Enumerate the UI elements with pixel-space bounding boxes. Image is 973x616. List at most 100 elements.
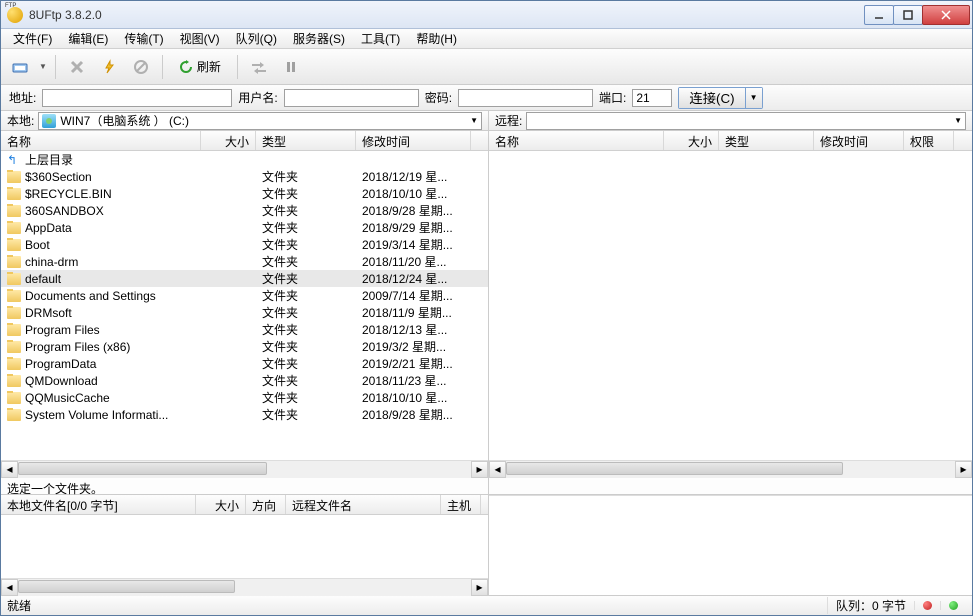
- refresh-icon: [179, 60, 193, 74]
- scroll-left-icon[interactable]: ◂: [489, 461, 506, 478]
- maximize-button[interactable]: [893, 5, 923, 25]
- chevron-down-icon: ▼: [470, 116, 478, 125]
- menu-item[interactable]: 工具(T): [353, 28, 408, 49]
- remote-status: [489, 477, 972, 495]
- port-input[interactable]: [632, 89, 672, 107]
- file-row[interactable]: Program Files (x86)文件夹2019/3/2 星期...: [1, 338, 488, 355]
- menu-item[interactable]: 服务器(S): [285, 28, 353, 49]
- file-row[interactable]: default文件夹2018/12/24 星...: [1, 270, 488, 287]
- close-button[interactable]: [922, 5, 970, 25]
- lightning-icon[interactable]: [96, 54, 122, 80]
- cancel-icon[interactable]: [64, 54, 90, 80]
- scroll-right-icon[interactable]: ▸: [955, 461, 972, 478]
- password-label: 密码:: [425, 89, 452, 106]
- scroll-left-icon[interactable]: ◂: [1, 461, 18, 478]
- file-row[interactable]: china-drm文件夹2018/11/20 星...: [1, 253, 488, 270]
- folder-icon: [7, 273, 21, 285]
- col-size[interactable]: 大小: [664, 131, 719, 150]
- remote-file-list[interactable]: [489, 151, 972, 460]
- port-label: 端口:: [599, 89, 626, 106]
- local-header[interactable]: 名称 大小 类型 修改时间: [1, 131, 488, 151]
- toolbar: ▼ 刷新: [1, 49, 972, 85]
- remote-path-label: 远程:: [495, 112, 522, 129]
- username-input[interactable]: [284, 89, 419, 107]
- col-type[interactable]: 类型: [256, 131, 356, 150]
- menu-item[interactable]: 帮助(H): [408, 28, 465, 49]
- local-queue-pane: 本地文件名[0/0 字节] 大小 方向 远程文件名 主机 ◂ ▸: [1, 495, 489, 595]
- folder-icon: [7, 256, 21, 268]
- file-row[interactable]: Program Files文件夹2018/12/13 星...: [1, 321, 488, 338]
- menu-item[interactable]: 视图(V): [172, 28, 228, 49]
- file-row[interactable]: Documents and Settings文件夹2009/7/14 星期...: [1, 287, 488, 304]
- address-input[interactable]: [42, 89, 232, 107]
- folder-icon: [7, 358, 21, 370]
- file-row[interactable]: 360SANDBOX文件夹2018/9/28 星期...: [1, 202, 488, 219]
- queue-header[interactable]: 本地文件名[0/0 字节] 大小 方向 远程文件名 主机: [1, 495, 488, 515]
- scroll-right-icon[interactable]: ▸: [471, 461, 488, 478]
- folder-icon: [7, 188, 21, 200]
- col-size[interactable]: 大小: [201, 131, 256, 150]
- col-perm[interactable]: 权限: [904, 131, 954, 150]
- col-date[interactable]: 修改时间: [356, 131, 471, 150]
- menu-item[interactable]: 传输(T): [116, 28, 171, 49]
- connect-dropdown[interactable]: ▼: [746, 88, 762, 108]
- local-hscroll[interactable]: ◂ ▸: [1, 460, 488, 477]
- queue-hscroll[interactable]: ◂ ▸: [1, 578, 488, 595]
- transfer-icon[interactable]: [246, 54, 272, 80]
- file-row[interactable]: ProgramData文件夹2019/2/21 星期...: [1, 355, 488, 372]
- stop-icon[interactable]: [128, 54, 154, 80]
- up-folder-icon: [7, 155, 21, 167]
- local-file-list[interactable]: 上层目录$360Section文件夹2018/12/19 星...$RECYCL…: [1, 151, 488, 460]
- log-area[interactable]: [489, 495, 972, 595]
- remote-hscroll[interactable]: ◂ ▸: [489, 460, 972, 477]
- file-row[interactable]: QMDownload文件夹2018/11/23 星...: [1, 372, 488, 389]
- file-row[interactable]: AppData文件夹2018/9/29 星期...: [1, 219, 488, 236]
- col-dir[interactable]: 方向: [246, 495, 286, 514]
- folder-icon: [7, 341, 21, 353]
- col-name[interactable]: 名称: [489, 131, 664, 150]
- file-row[interactable]: DRMsoft文件夹2018/11/9 星期...: [1, 304, 488, 321]
- file-row[interactable]: 上层目录: [1, 151, 488, 168]
- col-size[interactable]: 大小: [196, 495, 246, 514]
- remote-header[interactable]: 名称 大小 类型 修改时间 权限: [489, 131, 972, 151]
- file-row[interactable]: $RECYCLE.BIN文件夹2018/10/10 星...: [1, 185, 488, 202]
- local-file-pane: 名称 大小 类型 修改时间 上层目录$360Section文件夹2018/12/…: [1, 131, 489, 495]
- file-row[interactable]: System Volume Informati...文件夹2018/9/28 星…: [1, 406, 488, 423]
- scroll-right-icon[interactable]: ▸: [471, 579, 488, 596]
- scroll-left-icon[interactable]: ◂: [1, 579, 18, 596]
- connect-icon[interactable]: [7, 54, 33, 80]
- username-label: 用户名:: [238, 89, 277, 106]
- menu-item[interactable]: 编辑(E): [60, 28, 116, 49]
- statusbar: 就绪 队列：0 字节: [1, 595, 972, 615]
- file-row[interactable]: $360Section文件夹2018/12/19 星...: [1, 168, 488, 185]
- col-name[interactable]: 名称: [1, 131, 201, 150]
- remote-file-pane: 名称 大小 类型 修改时间 权限 ◂ ▸: [489, 131, 972, 495]
- pause-icon[interactable]: [278, 54, 304, 80]
- folder-icon: [7, 290, 21, 302]
- menu-item[interactable]: 文件(F): [5, 28, 60, 49]
- queue-area: 本地文件名[0/0 字节] 大小 方向 远程文件名 主机 ◂ ▸: [1, 495, 972, 595]
- queue-list[interactable]: [1, 515, 488, 578]
- dropdown-arrow-icon[interactable]: ▼: [39, 62, 47, 71]
- menu-item[interactable]: 队列(Q): [228, 28, 285, 49]
- refresh-button[interactable]: 刷新: [171, 54, 229, 80]
- col-date[interactable]: 修改时间: [814, 131, 904, 150]
- remote-path-combo[interactable]: ▼: [526, 112, 966, 130]
- col-remote-name[interactable]: 远程文件名: [286, 495, 441, 514]
- status-queue: 队列：0 字节: [827, 597, 914, 614]
- password-input[interactable]: [458, 89, 593, 107]
- file-row[interactable]: Boot文件夹2019/3/14 星期...: [1, 236, 488, 253]
- col-host[interactable]: 主机: [441, 495, 481, 514]
- local-path-combo[interactable]: WIN7（电脑系统 ） (C:) ▼: [38, 112, 482, 130]
- led-green-icon: [949, 601, 958, 610]
- chevron-down-icon: ▼: [954, 116, 962, 125]
- minimize-button[interactable]: [864, 5, 894, 25]
- col-type[interactable]: 类型: [719, 131, 814, 150]
- connect-button[interactable]: 连接(C): [679, 88, 745, 108]
- titlebar[interactable]: 8UFtp 3.8.2.0: [1, 1, 972, 29]
- col-local-name[interactable]: 本地文件名[0/0 字节]: [1, 495, 196, 514]
- main-window: 8UFtp 3.8.2.0 文件(F)编辑(E)传输(T)视图(V)队列(Q)服…: [0, 0, 973, 616]
- folder-icon: [7, 324, 21, 336]
- file-row[interactable]: QQMusicCache文件夹2018/10/10 星...: [1, 389, 488, 406]
- folder-icon: [7, 239, 21, 251]
